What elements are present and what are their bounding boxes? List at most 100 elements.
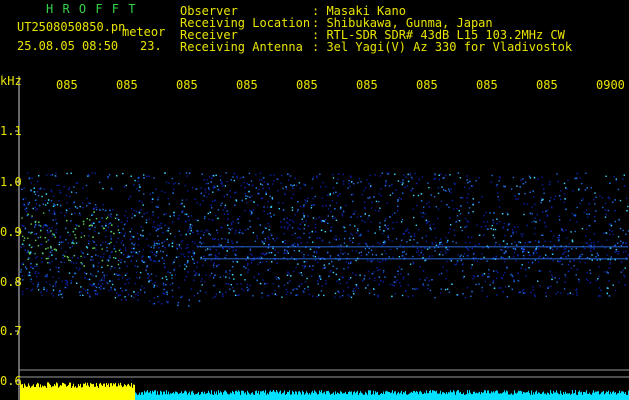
signal-pixel xyxy=(249,196,251,198)
signal-pixel xyxy=(512,247,515,250)
signal-pixel xyxy=(178,230,180,232)
power-bar-column xyxy=(92,384,93,400)
signal-pixel xyxy=(133,291,135,293)
power-bar-column xyxy=(68,384,69,400)
signal-pixel xyxy=(233,278,235,280)
signal-pixel xyxy=(338,238,341,240)
signal-pixel xyxy=(389,194,392,196)
signal-pixel xyxy=(522,178,524,180)
signal-pixel xyxy=(97,265,99,268)
signal-pixel xyxy=(365,187,367,189)
signal-pixel xyxy=(133,244,135,246)
signal-pixel xyxy=(47,262,49,264)
signal-pixel xyxy=(427,182,429,184)
signal-pixel xyxy=(290,275,292,277)
signal-pixel xyxy=(513,251,516,254)
signal-pixel xyxy=(91,285,94,287)
power-bar-column xyxy=(511,393,512,400)
signal-pixel xyxy=(135,251,138,254)
signal-pixel xyxy=(586,216,589,218)
signal-pixel xyxy=(93,265,95,268)
signal-pixel xyxy=(91,274,94,277)
signal-pixel xyxy=(87,173,90,176)
signal-pixel xyxy=(350,232,352,235)
signal-pixel xyxy=(224,207,226,209)
signal-pixel xyxy=(576,294,578,296)
signal-pixel xyxy=(25,268,28,270)
signal-pixel xyxy=(585,172,587,174)
signal-pixel xyxy=(332,177,335,179)
power-bar-column xyxy=(415,392,416,400)
signal-pixel xyxy=(476,224,478,226)
signal-pixel xyxy=(336,280,338,282)
power-bar-column xyxy=(361,392,362,400)
signal-pixel xyxy=(117,295,119,297)
signal-pixel xyxy=(302,264,304,267)
signal-pixel xyxy=(438,174,440,176)
signal-pixel xyxy=(206,179,208,181)
signal-pixel xyxy=(335,219,338,221)
signal-pixel xyxy=(353,293,355,295)
signal-pixel xyxy=(387,236,389,238)
signal-pixel xyxy=(504,250,507,252)
signal-pixel xyxy=(185,172,188,174)
power-bar-column xyxy=(109,387,110,400)
signal-pixel xyxy=(125,289,127,291)
signal-pixel xyxy=(385,226,387,228)
signal-pixel xyxy=(405,253,407,255)
power-bar-column xyxy=(203,393,204,400)
power-bar-column xyxy=(564,393,565,400)
signal-pixel xyxy=(446,288,449,290)
signal-pixel xyxy=(183,205,185,208)
power-bar-column xyxy=(72,386,73,400)
signal-pixel xyxy=(524,181,527,183)
signal-pixel xyxy=(70,261,73,263)
signal-pixel xyxy=(440,200,443,202)
signal-pixel xyxy=(501,277,504,280)
signal-pixel xyxy=(79,205,81,208)
signal-pixel xyxy=(129,231,131,233)
signal-pixel xyxy=(367,270,370,273)
signal-pixel xyxy=(265,193,267,195)
signal-pixel xyxy=(405,176,407,178)
signal-pixel xyxy=(460,205,462,207)
signal-pixel xyxy=(205,291,207,294)
signal-pixel xyxy=(285,249,288,252)
power-bar-column xyxy=(357,390,358,400)
signal-pixel xyxy=(116,175,118,177)
frame-number: 23. xyxy=(140,39,162,53)
signal-pixel xyxy=(258,273,260,276)
signal-pixel xyxy=(597,278,599,280)
signal-pixel xyxy=(41,195,43,198)
signal-pixel xyxy=(231,223,233,226)
signal-pixel xyxy=(438,273,441,276)
signal-pixel xyxy=(23,187,25,189)
signal-pixel xyxy=(190,215,193,217)
signal-pixel xyxy=(571,212,574,215)
signal-pixel xyxy=(130,295,133,297)
signal-pixel xyxy=(245,259,247,261)
power-bar-column xyxy=(548,392,549,400)
power-bar-column xyxy=(458,390,459,400)
signal-pixel xyxy=(201,173,203,175)
signal-pixel xyxy=(93,241,95,243)
power-bar-column xyxy=(134,384,135,400)
signal-pixel xyxy=(549,200,551,202)
signal-pixel xyxy=(440,272,443,275)
power-bar-column xyxy=(23,387,24,400)
signal-pixel xyxy=(141,285,143,287)
signal-pixel xyxy=(349,224,351,226)
signal-pixel xyxy=(565,248,567,250)
signal-pixel xyxy=(379,261,381,263)
signal-pixel xyxy=(240,283,242,285)
signal-pixel xyxy=(95,275,97,277)
signal-pixel xyxy=(61,296,63,299)
signal-pixel xyxy=(539,255,541,258)
signal-pixel xyxy=(395,221,398,223)
signal-pixel xyxy=(110,288,113,291)
signal-pixel xyxy=(76,207,78,209)
power-bar-column xyxy=(94,386,95,400)
signal-pixel xyxy=(172,192,174,194)
power-bar-column xyxy=(51,387,52,400)
power-bar-column xyxy=(88,385,89,400)
